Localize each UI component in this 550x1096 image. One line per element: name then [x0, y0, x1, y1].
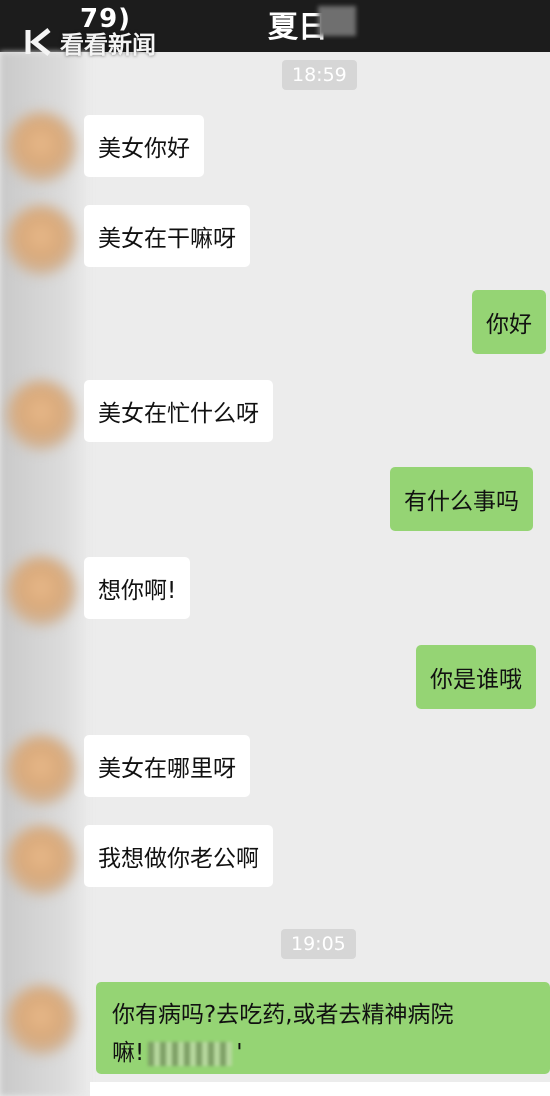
avatar[interactable] — [6, 112, 76, 182]
timestamp: 18:59 — [282, 60, 357, 90]
message-line: 你有病吗?去吃药,或者去精神病院 — [112, 1002, 454, 1028]
input-area-edge — [90, 1082, 550, 1096]
received-message[interactable]: 美女在忙什么呀 — [84, 380, 273, 442]
sent-message[interactable]: 你有病吗?去吃药,或者去精神病院 嘛! ' — [96, 982, 550, 1074]
received-message[interactable]: 美女在干嘛呀 — [84, 205, 250, 267]
watermark-text: 看看新闻 — [60, 30, 156, 59]
received-message[interactable]: 想你啊! — [84, 557, 191, 619]
news-watermark: 看看新闻 — [22, 22, 156, 62]
avatar[interactable] — [6, 825, 76, 895]
censored-text-blur — [148, 1041, 233, 1066]
avatar[interactable] — [6, 735, 76, 805]
timestamp: 19:05 — [281, 929, 356, 959]
avatar[interactable] — [6, 380, 76, 450]
received-message[interactable]: 我想做你老公啊 — [84, 825, 273, 887]
kankan-logo-icon — [25, 28, 51, 56]
sent-message[interactable]: 有什么事吗 — [390, 467, 533, 531]
received-message[interactable]: 美女在哪里呀 — [84, 735, 250, 797]
message-line: 嘛! ' — [112, 1034, 534, 1072]
message-fragment: ' — [236, 1040, 243, 1066]
sent-message[interactable]: 你好 — [472, 290, 546, 354]
censored-name-blur — [318, 6, 356, 36]
avatar[interactable] — [6, 985, 76, 1055]
avatar[interactable] — [6, 556, 76, 626]
received-message[interactable]: 美女你好 — [84, 115, 204, 177]
avatar[interactable] — [6, 205, 76, 275]
message-fragment: 嘛! — [112, 1040, 145, 1066]
sent-message[interactable]: 你是谁哦 — [416, 645, 536, 709]
